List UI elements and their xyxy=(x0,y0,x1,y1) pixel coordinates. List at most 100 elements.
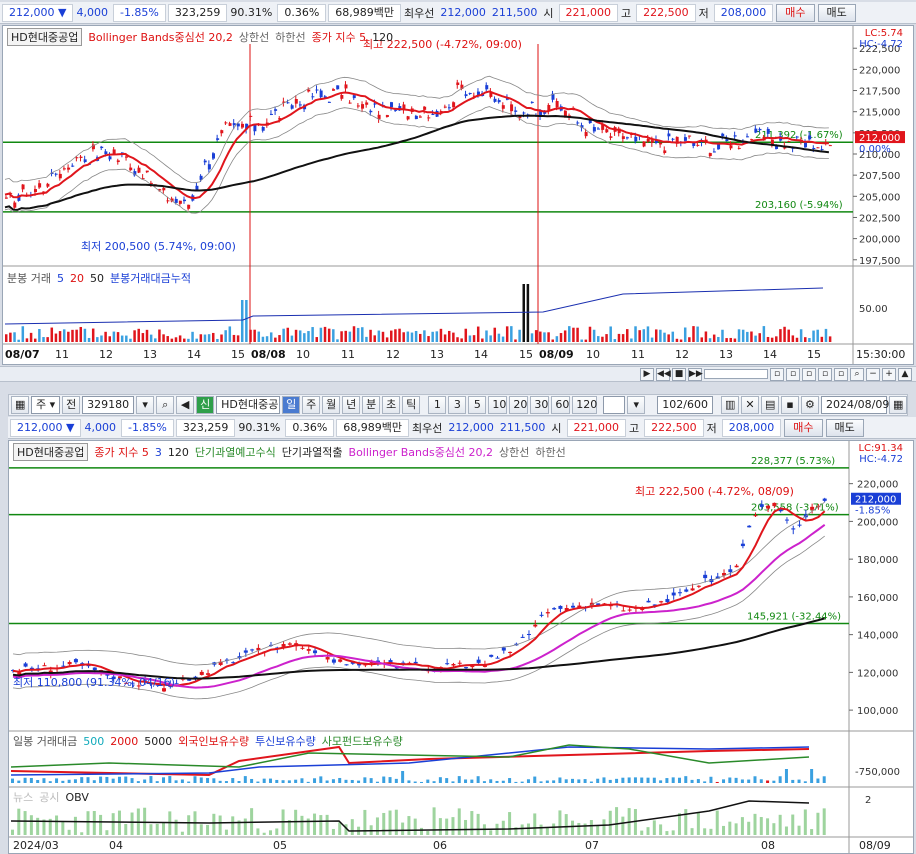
sub-legend-b[interactable]: 5 xyxy=(57,272,64,285)
scroll-right-icon[interactable]: ▶ xyxy=(640,367,654,381)
search-icon[interactable]: ⌕ xyxy=(156,396,175,414)
code-input[interactable]: 329180 xyxy=(82,396,135,414)
top-candle-body xyxy=(501,105,505,109)
sub2-legend-b[interactable]: 공시 xyxy=(39,789,59,805)
interval-3[interactable]: 3 xyxy=(448,396,467,414)
tool-cross-icon[interactable]: ✕ xyxy=(740,396,759,414)
tool-b-icon[interactable]: ▫ xyxy=(786,367,800,381)
stop-icon[interactable]: ■ xyxy=(672,367,686,381)
interval-60[interactable]: 60 xyxy=(551,396,571,414)
legend-stock-name[interactable]: HD현대중공업 xyxy=(7,28,83,46)
tool-a-icon[interactable]: ▫ xyxy=(770,367,784,381)
jeon-button[interactable]: 전 xyxy=(62,396,81,414)
bottom-news-bar xyxy=(508,812,512,835)
open-value-2: 221,000 xyxy=(566,418,627,437)
sub-legend-c[interactable]: 20 xyxy=(70,272,84,285)
legend-lower[interactable]: 하한선 xyxy=(275,29,305,45)
zoom-in-icon[interactable]: + xyxy=(882,367,896,381)
interval-120[interactable]: 120 xyxy=(572,396,597,414)
legend2-short-hit[interactable]: 단기과열적출 xyxy=(282,444,343,460)
period-week[interactable]: 주 xyxy=(302,396,321,414)
sub1-legend-a[interactable]: 일봉 거래대금 xyxy=(13,733,77,749)
bottom-amount-bar xyxy=(29,777,33,783)
top-ytick-label: 197,500 xyxy=(859,256,900,267)
intraday-chart[interactable]: 222,500220,000217,500215,000212,500210,0… xyxy=(3,26,913,364)
legend2-short-warn[interactable]: 단기과열예고수식 xyxy=(195,444,276,460)
legend2-close-idx[interactable]: 종가 지수 5 xyxy=(94,444,148,460)
bottom-news-bar xyxy=(715,810,719,835)
top-chart-scrollbar[interactable]: ▶ ◀◀ ■ ▶▶ ▫ ▫ ▫ ▫ ▫ ⌕ − + ▲ xyxy=(0,366,916,382)
interval-5[interactable]: 5 xyxy=(468,396,487,414)
top-volume-bar xyxy=(141,333,145,342)
bottom-news-bar xyxy=(143,807,147,835)
legend2-n3[interactable]: 3 xyxy=(155,446,162,459)
interval-1[interactable]: 1 xyxy=(428,396,447,414)
bottom-candle-body xyxy=(92,667,97,671)
layout-icon[interactable]: ▦ xyxy=(11,396,29,414)
period-year[interactable]: 년 xyxy=(342,396,361,414)
sub-legend-e[interactable]: 분봉거래대금누적 xyxy=(110,270,191,286)
tool-grid-icon[interactable]: ▤ xyxy=(760,396,779,414)
bottom-amount-bar xyxy=(514,781,518,783)
tool-d-icon[interactable]: ▫ xyxy=(818,367,832,381)
legend2-n120[interactable]: 120 xyxy=(168,446,189,459)
interval-dropdown-icon[interactable]: ▾ xyxy=(627,396,646,414)
legend-close-n[interactable]: 120 xyxy=(372,31,393,44)
legend-upper[interactable]: 상한선 xyxy=(239,29,269,45)
date-input[interactable]: 2024/08/09 xyxy=(820,396,889,414)
interval-20[interactable]: 20 xyxy=(509,396,529,414)
interval-10[interactable]: 10 xyxy=(488,396,508,414)
sub2-legend-c[interactable]: OBV xyxy=(66,791,89,804)
tool-chart-icon[interactable]: ▥ xyxy=(720,396,739,414)
legend2-bb[interactable]: Bollinger Bands중심선 20,2 xyxy=(349,444,494,460)
count-input[interactable]: 102/600 xyxy=(657,396,713,414)
sub1-legend-d[interactable]: 5000 xyxy=(144,735,172,748)
type-select[interactable]: 주 ▾ xyxy=(31,396,61,414)
sub1-legend-f[interactable]: 투신보유수량 xyxy=(255,733,316,749)
sound-icon[interactable]: ◀ xyxy=(176,396,195,414)
top-volume-bar xyxy=(717,336,720,342)
sub-legend-d[interactable]: 50 xyxy=(90,272,104,285)
calendar-icon[interactable]: ▦ xyxy=(888,396,907,414)
top-volume-bar xyxy=(50,327,54,342)
legend2-lower[interactable]: 하한선 xyxy=(535,444,565,460)
sub1-legend-e[interactable]: 외국인보유수량 xyxy=(178,733,249,749)
daily-chart-panel[interactable]: 220,000 200,000 180,000 160,000 140,000 120,0… xyxy=(8,440,914,854)
tool-e-icon[interactable]: ▫ xyxy=(834,367,848,381)
interval-input[interactable] xyxy=(602,396,626,414)
legend2-upper[interactable]: 상한선 xyxy=(499,444,529,460)
sell-button[interactable]: 매도 xyxy=(817,3,856,22)
collapse-icon[interactable]: ▲ xyxy=(898,367,912,381)
top-volume-bar xyxy=(804,337,807,342)
interval-30[interactable]: 30 xyxy=(530,396,550,414)
new-badge[interactable]: 신 xyxy=(196,396,215,414)
tool-settings-icon[interactable]: ⚙ xyxy=(800,396,819,414)
bottom-amount-bar xyxy=(740,779,744,783)
sub1-legend-g[interactable]: 사모펀드보유수량 xyxy=(322,733,403,749)
sub1-legend-c[interactable]: 2000 xyxy=(110,735,138,748)
buy-button[interactable]: 매수 xyxy=(776,3,815,22)
period-day[interactable]: 일 xyxy=(282,396,301,414)
tool-c-icon[interactable]: ▫ xyxy=(802,367,816,381)
daily-chart[interactable]: 220,000 200,000 180,000 160,000 140,000 120,0… xyxy=(9,441,913,853)
legend-bb[interactable]: Bollinger Bands중심선 20,2 xyxy=(88,29,233,45)
sub2-legend-a[interactable]: 뉴스 xyxy=(13,789,33,805)
tool-save-icon[interactable]: ▪ xyxy=(780,396,799,414)
period-tick[interactable]: 틱 xyxy=(402,396,421,414)
period-second[interactable]: 초 xyxy=(382,396,401,414)
forward-icon[interactable]: ▶▶ xyxy=(688,367,703,381)
zoom-out-icon[interactable]: − xyxy=(866,367,880,381)
sub1-legend-b[interactable]: 500 xyxy=(83,735,104,748)
zoom-slider[interactable] xyxy=(704,369,768,379)
buy-button-2[interactable]: 매수 xyxy=(784,418,823,437)
code-dropdown-icon[interactable]: ▾ xyxy=(136,396,155,414)
intraday-chart-panel[interactable]: 222,500220,000217,500215,000212,500210,0… xyxy=(2,25,914,365)
legend-close-idx[interactable]: 종가 지수 5 xyxy=(312,29,366,45)
period-minute[interactable]: 분 xyxy=(362,396,381,414)
legend2-stock-name[interactable]: HD현대중공업 xyxy=(13,443,89,461)
sell-button-2[interactable]: 매도 xyxy=(825,418,864,437)
search-icon[interactable]: ⌕ xyxy=(850,367,864,381)
sub-legend-a[interactable]: 분봉 거래 xyxy=(7,270,51,286)
rewind-icon[interactable]: ◀◀ xyxy=(656,367,671,381)
period-month[interactable]: 월 xyxy=(322,396,341,414)
